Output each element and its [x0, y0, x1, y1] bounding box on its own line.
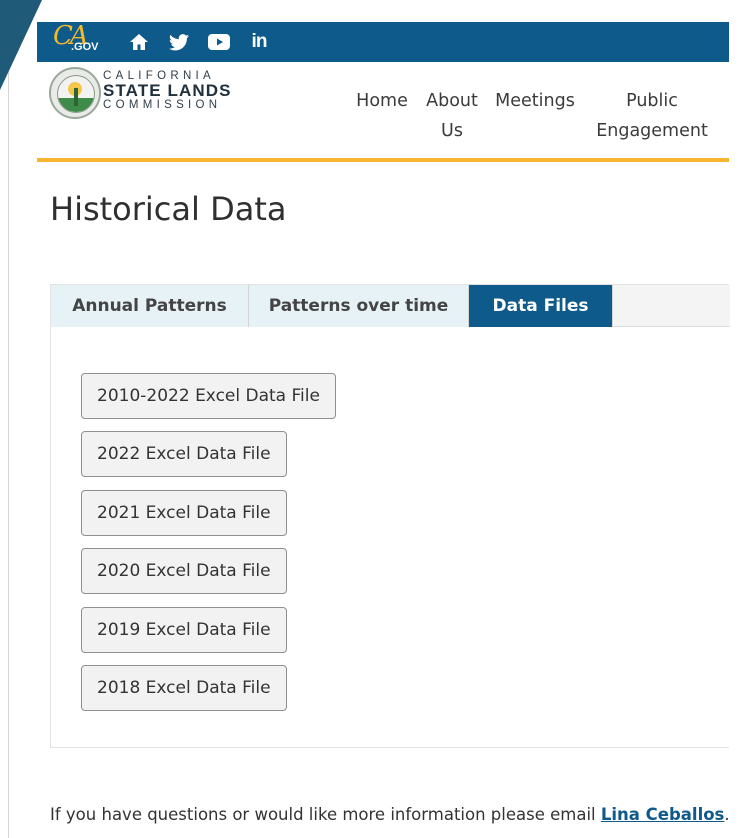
nav-about-label-line2: Us: [441, 121, 463, 141]
data-file-button-2018[interactable]: 2018 Excel Data File: [81, 665, 287, 711]
data-file-button-2010-2022[interactable]: 2010-2022 Excel Data File: [81, 373, 336, 419]
ca-logo-suffix: .GOV: [71, 41, 99, 53]
site-header: CALIFORNIA STATE LANDS COMMISSION Home A…: [37, 62, 729, 162]
data-file-button-2022[interactable]: 2022 Excel Data File: [81, 431, 287, 477]
contact-email-link[interactable]: Lina Ceballos: [601, 805, 725, 824]
nav-meetings-label: Meetings: [495, 91, 575, 111]
linkedin-icon[interactable]: in: [247, 30, 271, 54]
nav-public-engagement[interactable]: Public Engagement: [593, 86, 711, 146]
contact-text: If you have questions or would like more…: [50, 805, 730, 824]
nav-home-label: Home: [356, 91, 408, 111]
contact-text-body: If you have questions or would like more…: [50, 804, 601, 824]
utility-bar: CA .GOV in: [37, 21, 729, 62]
main-nav: Home About Us Meetings Public Engagement: [37, 62, 729, 158]
tab-annual-patterns[interactable]: Annual Patterns: [51, 285, 249, 327]
contact-text-end: .: [724, 804, 730, 824]
tab-bar: Annual Patterns Patterns over time Data …: [51, 285, 730, 327]
tab-patterns-over-time[interactable]: Patterns over time: [249, 285, 469, 327]
tabs-panel: Annual Patterns Patterns over time Data …: [50, 284, 730, 748]
nav-home[interactable]: Home: [349, 86, 415, 116]
ca-gov-logo[interactable]: CA .GOV: [53, 21, 105, 59]
nav-meetings[interactable]: Meetings: [493, 86, 577, 116]
home-icon[interactable]: [127, 30, 151, 54]
nav-public-label-line1: Public: [626, 91, 678, 111]
tab-data-files[interactable]: Data Files: [469, 285, 613, 327]
youtube-icon[interactable]: [207, 30, 231, 54]
nav-public-label-line2: Engagement: [596, 121, 708, 141]
data-file-button-2020[interactable]: 2020 Excel Data File: [81, 548, 287, 594]
data-file-button-2021[interactable]: 2021 Excel Data File: [81, 490, 287, 536]
nav-about-label-line1: About: [426, 91, 478, 111]
nav-about-us[interactable]: About Us: [423, 86, 481, 146]
data-file-button-2019[interactable]: 2019 Excel Data File: [81, 607, 287, 653]
page-title: Historical Data: [50, 190, 287, 228]
corner-decoration: [0, 0, 42, 90]
twitter-icon[interactable]: [167, 30, 191, 54]
